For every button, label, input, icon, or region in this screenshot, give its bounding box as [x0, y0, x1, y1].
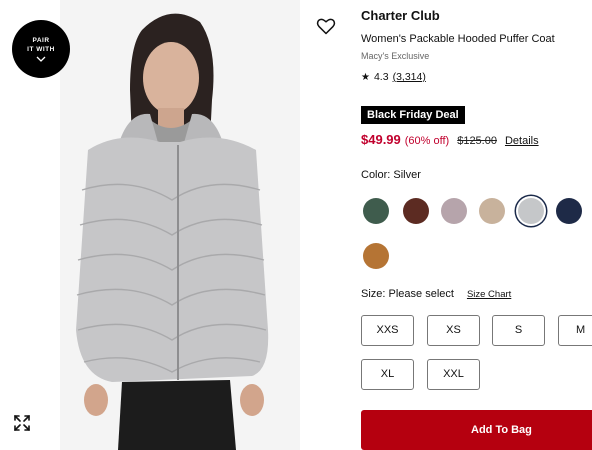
swatch-silver[interactable]: [518, 198, 544, 224]
product-image-panel: PAIR IT WITH: [0, 0, 345, 450]
discount-label: (60% off): [404, 135, 450, 147]
product-title: Women's Packable Hooded Puffer Coat: [361, 33, 555, 45]
size-button-xs[interactable]: XS: [427, 315, 480, 346]
size-button-s[interactable]: S: [492, 315, 545, 346]
pair-badge-line2: IT WITH: [27, 46, 55, 53]
deal-badge: Black Friday Deal: [361, 106, 465, 124]
swatch-taupe[interactable]: [479, 198, 505, 224]
model-illustration: [76, 13, 269, 450]
brand-link[interactable]: Charter Club: [361, 8, 440, 23]
swatch-navy[interactable]: [556, 198, 582, 224]
size-chart-link[interactable]: Size Chart: [467, 289, 511, 300]
swatch-camel[interactable]: [363, 243, 389, 269]
price-row: $49.99 (60% off) $125.00 Details: [361, 132, 539, 147]
size-label: Size: Please select: [361, 288, 454, 300]
add-to-bag-button[interactable]: Add To Bag: [361, 410, 592, 450]
size-button-xl[interactable]: XL: [361, 359, 414, 390]
rating-value: 4.3: [373, 71, 389, 83]
exclusive-label: Macy's Exclusive: [361, 51, 430, 61]
size-button-m[interactable]: M: [558, 315, 592, 346]
product-info-panel: Charter Club Women's Packable Hooded Puf…: [361, 0, 592, 450]
sale-price: $49.99: [361, 132, 401, 147]
rating-row[interactable]: ★ 4.3 (3,314): [361, 71, 426, 83]
heart-icon[interactable]: [316, 16, 336, 36]
swatch-mauve[interactable]: [441, 198, 467, 224]
size-button-xxs[interactable]: XXS: [361, 315, 414, 346]
pair-badge-line1: PAIR: [32, 37, 50, 44]
expand-icon[interactable]: [13, 414, 31, 432]
chevron-down-icon: [36, 56, 46, 62]
star-icon: ★: [361, 71, 370, 83]
review-count-link[interactable]: (3,314): [393, 71, 426, 83]
swatch-brown[interactable]: [403, 198, 429, 224]
swatch-green[interactable]: [363, 198, 389, 224]
original-price: $125.00: [457, 135, 497, 147]
color-label: Color: Silver: [361, 169, 421, 181]
size-button-xxl[interactable]: XXL: [427, 359, 480, 390]
details-link[interactable]: Details: [505, 135, 539, 147]
size-label-row: Size: Please select Size Chart: [361, 288, 511, 300]
pair-it-with-button[interactable]: PAIR IT WITH: [12, 20, 70, 78]
